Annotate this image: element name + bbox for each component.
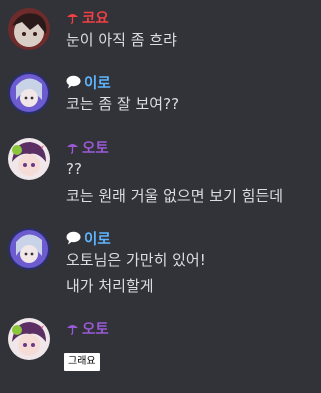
author-name[interactable]: 오토: [82, 318, 109, 339]
avatar[interactable]: [8, 138, 50, 180]
umbrella-icon: [66, 11, 79, 24]
avatar[interactable]: [8, 318, 50, 360]
avatar[interactable]: [8, 228, 50, 270]
avatar[interactable]: [8, 8, 50, 50]
message-text: 눈이 아직 좀 흐랴: [66, 31, 177, 49]
author-name[interactable]: 이로: [84, 228, 111, 249]
message-text: 오토님은 가만히 있어!: [66, 251, 206, 269]
message-text: ??: [66, 160, 82, 178]
message-text: 내가 처리할게: [66, 277, 154, 295]
speech-bubble-icon: [66, 75, 81, 89]
sticker-image[interactable]: 그래요: [64, 353, 100, 371]
author-name[interactable]: 오토: [82, 137, 109, 158]
umbrella-icon: [66, 141, 79, 154]
umbrella-icon: [66, 322, 79, 335]
message-text: 코는 원래 거울 없으면 보기 힘든데: [66, 187, 284, 205]
author-name[interactable]: 코요: [82, 7, 109, 28]
author-name[interactable]: 이로: [84, 72, 111, 93]
avatar[interactable]: [8, 72, 50, 114]
speech-bubble-icon: [66, 231, 81, 245]
message-text: 코는 좀 잘 보여??: [66, 95, 180, 113]
